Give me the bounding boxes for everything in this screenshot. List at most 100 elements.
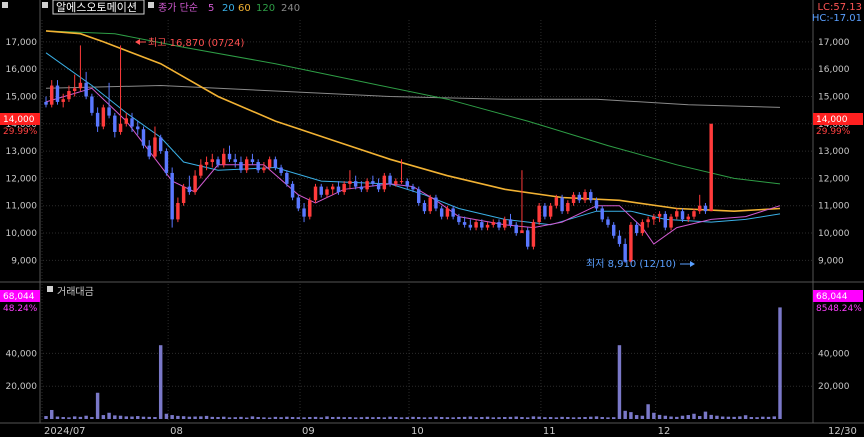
- volume-bar: [715, 415, 719, 419]
- candle-body: [233, 159, 237, 163]
- candle-body: [330, 186, 335, 190]
- volume-bar: [141, 416, 146, 419]
- volume-bar: [411, 416, 415, 419]
- volume-bar: [548, 417, 553, 419]
- candle-body: [675, 211, 679, 217]
- price-tick-right: 13,000: [818, 147, 850, 157]
- candle-body: [107, 107, 111, 116]
- candle-body: [296, 197, 301, 209]
- volume-bar: [216, 417, 220, 419]
- volume-bar: [72, 416, 77, 419]
- volume-bar: [101, 415, 106, 419]
- volume-bar: [422, 417, 427, 419]
- candle-body: [617, 235, 622, 244]
- candle-body: [141, 129, 146, 146]
- candle-body: [382, 175, 387, 190]
- volume-tick-right: 40,000: [818, 349, 850, 359]
- x-tick-label: 10: [411, 426, 424, 437]
- volume-bar: [571, 417, 576, 419]
- volume-bar: [273, 416, 278, 419]
- candle-body: [571, 194, 576, 203]
- volume-bar: [181, 416, 186, 419]
- volume-bar: [222, 416, 226, 419]
- volume-bar: [136, 416, 140, 419]
- candle-body: [560, 197, 564, 212]
- volume-bar: [600, 417, 604, 419]
- menu-square-icon[interactable]: [42, 2, 48, 8]
- volume-bar: [675, 416, 679, 419]
- volume-bar: [78, 416, 83, 419]
- menu-square-icon[interactable]: [148, 2, 154, 8]
- volume-bar: [67, 417, 71, 419]
- volume-bar: [537, 416, 541, 419]
- price-tick-left: 13,000: [6, 147, 38, 157]
- volume-bar: [560, 416, 564, 419]
- volume-bar: [778, 307, 782, 419]
- ma-legend-20: 20: [222, 3, 235, 14]
- ma-legend-60: 60: [238, 3, 251, 14]
- volume-bar: [434, 416, 438, 419]
- x-tick-label: 09: [302, 426, 315, 437]
- volume-tick-right: 20,000: [818, 382, 850, 392]
- volume-bar: [405, 417, 409, 419]
- volume-bar: [531, 416, 536, 419]
- price-badge-value: 14,000: [816, 115, 848, 125]
- volume-bar: [669, 416, 673, 419]
- volume-bar: [365, 416, 369, 419]
- candle-body: [589, 192, 593, 201]
- stock-chart[interactable]: 17,000 17,000 16,000 16,000 15,000 15,000 14,0…: [0, 0, 864, 437]
- candle-body: [113, 115, 117, 132]
- x-tick-label: 2024/07: [44, 426, 86, 437]
- volume-bar: [611, 417, 616, 419]
- volume-bar: [508, 416, 513, 419]
- volume-bar: [617, 345, 622, 419]
- candle-body: [703, 205, 708, 212]
- candle-body: [72, 88, 77, 92]
- volume-bar: [703, 411, 708, 419]
- candle-body: [181, 186, 186, 203]
- volume-bar: [50, 409, 54, 419]
- volume-bar: [353, 417, 358, 419]
- volume-bar: [445, 417, 450, 419]
- menu-square-icon[interactable]: [47, 286, 53, 292]
- candle-body: [646, 219, 650, 223]
- menu-square-icon[interactable]: [2, 2, 8, 8]
- volume-bar: [583, 417, 587, 419]
- candle-body: [428, 197, 432, 212]
- candle-body: [657, 213, 662, 217]
- volume-bar: [543, 417, 547, 419]
- volume-bar: [130, 416, 134, 419]
- volume-bar: [256, 417, 260, 419]
- volume-bar: [726, 416, 731, 419]
- candle-body: [525, 230, 530, 247]
- volume-bar: [749, 417, 754, 419]
- volume-bar: [468, 416, 473, 419]
- candle-body: [594, 200, 599, 209]
- candle-body: [244, 159, 249, 171]
- candle-body: [394, 181, 398, 184]
- candle-body: [187, 186, 192, 193]
- candle-body: [313, 186, 318, 201]
- volume-bar: [95, 392, 100, 419]
- candle-body: [44, 101, 48, 105]
- volume-tick-left: 40,000: [6, 349, 38, 359]
- candle-body: [342, 183, 346, 193]
- volume-bar: [394, 417, 398, 419]
- candle-body: [548, 205, 553, 217]
- candle-body: [55, 85, 60, 102]
- candle-body: [606, 219, 610, 225]
- candle-body: [302, 208, 306, 217]
- volume-bar: [520, 417, 524, 419]
- volume-bar: [589, 416, 593, 419]
- volume-bar: [646, 404, 650, 419]
- price-tick-left: 12,000: [6, 174, 38, 184]
- volume-bar: [279, 417, 283, 419]
- candle-body: [61, 99, 65, 102]
- volume-bar: [457, 417, 461, 419]
- candle-body: [485, 224, 490, 228]
- candle-body: [308, 200, 312, 217]
- volume-bar: [577, 417, 582, 419]
- volume-bar: [766, 416, 771, 419]
- price-tick-right: 15,000: [818, 92, 850, 102]
- candle-body: [491, 222, 496, 225]
